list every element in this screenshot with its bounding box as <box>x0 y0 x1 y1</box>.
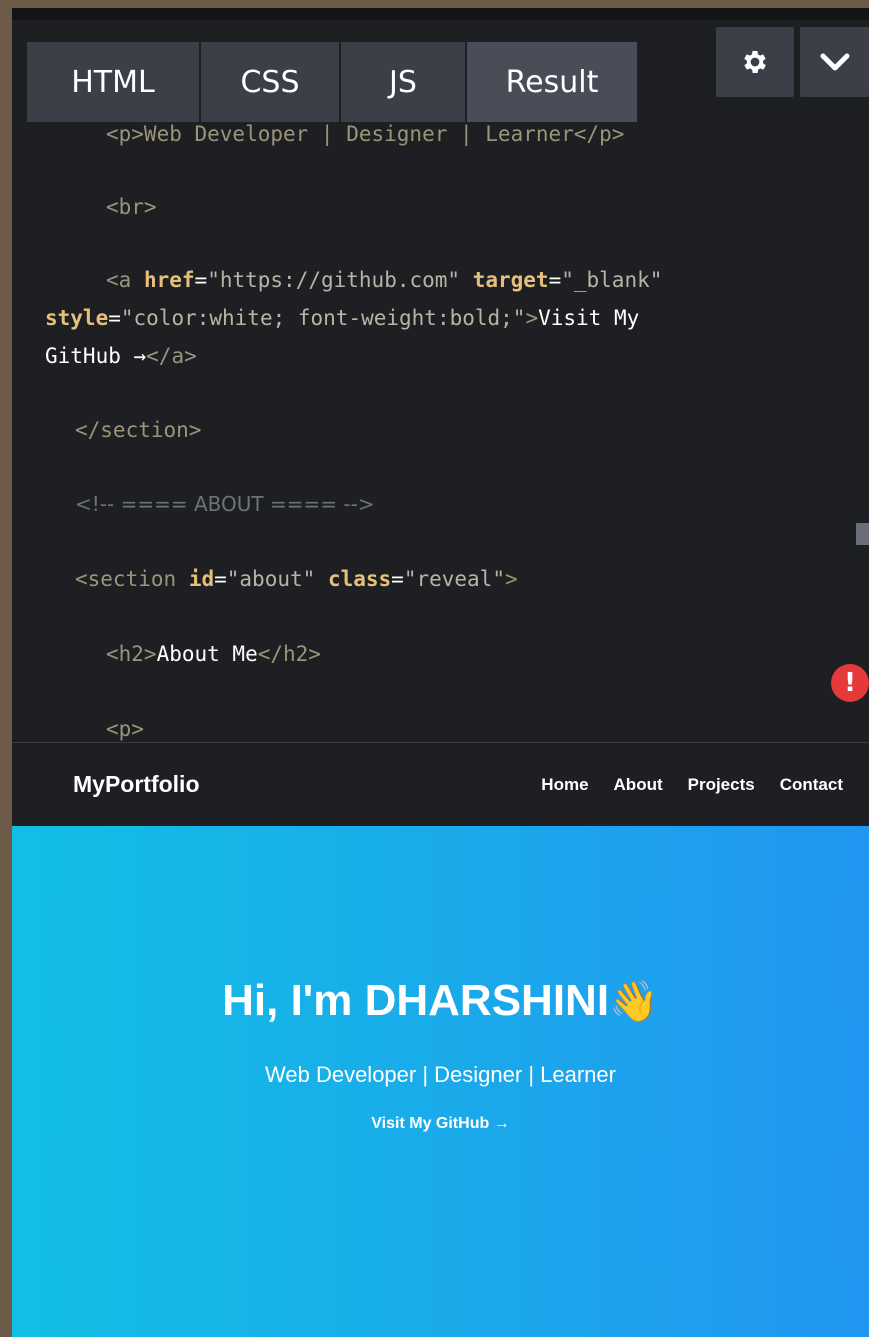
code-section-close: </section> <box>75 418 202 442</box>
nav-about-link[interactable]: About <box>614 775 663 795</box>
code-br-tag: <br> <box>106 195 157 219</box>
settings-button[interactable] <box>716 27 794 97</box>
site-nav: Home About Projects Contact <box>516 775 843 795</box>
code-gt: > <box>525 306 539 330</box>
editor-tabs: HTML CSS JS Result <box>27 42 639 122</box>
code-target-attr: target <box>472 268 549 292</box>
nav-contact-link[interactable]: Contact <box>780 775 843 795</box>
hero-subtitle: Web Developer | Designer | Learner <box>265 1062 616 1087</box>
code-line-h2: <h2>About Me</h2> <box>106 635 321 673</box>
waving-hand-icon: 👋 <box>609 980 659 1024</box>
code-line-section-close: </section> <box>75 411 201 449</box>
code-eq: = <box>391 567 404 591</box>
result-preview: MyPortfolio Home About Projects Contact … <box>12 742 869 1337</box>
code-eq: = <box>548 268 562 292</box>
code-line-br: <br> <box>106 188 157 226</box>
code-h2-open: <h2> <box>106 642 157 666</box>
code-id-value: "about" <box>226 567 316 591</box>
code-h2-text: About Me <box>156 642 258 666</box>
code-p-open: <p> <box>106 717 144 741</box>
codepen-embed: <p>Web Developer | Designer | Learner</p… <box>12 8 869 1337</box>
code-class-attr: class <box>327 567 392 591</box>
code-section-open: <section <box>75 567 177 591</box>
code-style-value: "color:white; font-weight:bold;" <box>120 306 526 330</box>
tab-result[interactable]: Result <box>467 42 637 122</box>
hero-title-text: Hi, I'm DHARSHINI <box>222 976 610 1025</box>
code-eq: = <box>108 306 121 330</box>
site-brand[interactable]: MyPortfolio <box>73 771 200 798</box>
code-eq: = <box>194 268 208 292</box>
collapse-button[interactable] <box>800 27 869 97</box>
github-link[interactable]: Visit My GitHub → <box>12 1115 869 1133</box>
code-href-attr: href <box>143 268 195 292</box>
code-link-text-2: GitHub → <box>45 344 147 368</box>
nav-projects-link[interactable]: Projects <box>688 775 755 795</box>
code-eq: = <box>214 567 227 591</box>
code-h2-close: </h2> <box>257 642 321 666</box>
code-comment: <!-- ==== ABOUT ==== --> <box>75 492 375 516</box>
code-line-a: <a href="https://github.com" target="_bl… <box>106 261 662 299</box>
gear-icon <box>744 51 766 73</box>
code-line-section-open: <section id="about" class="reveal"> <box>75 560 518 598</box>
tab-js[interactable]: JS <box>341 42 465 122</box>
exclamation-icon[interactable]: ! <box>831 664 869 702</box>
code-a-open: <a <box>106 268 132 292</box>
code-href-value: "https://github.com" <box>207 268 461 292</box>
code-gt: > <box>504 567 518 591</box>
code-target-value: "_blank" <box>561 268 663 292</box>
code-line-comment: <!-- ==== ABOUT ==== --> <box>75 485 375 523</box>
code-a-close: </a> <box>146 344 197 368</box>
code-class-value: "reveal" <box>403 567 505 591</box>
code-id-attr: id <box>188 567 215 591</box>
editor-scrollbar[interactable] <box>856 523 869 545</box>
code-line-a-end: GitHub →</a> <box>45 337 197 375</box>
tab-html[interactable]: HTML <box>27 42 199 122</box>
code-link-text: Visit My <box>538 306 640 330</box>
hero-section: Hi, I'm DHARSHINI👋 Web Developer | Desig… <box>12 826 869 1337</box>
code-line-a-style: style="color:white; font-weight:bold;">V… <box>45 299 639 337</box>
tab-css[interactable]: CSS <box>201 42 339 122</box>
site-navbar: MyPortfolio Home About Projects Contact <box>12 742 869 827</box>
hero-title: Hi, I'm DHARSHINI👋 <box>12 976 869 1026</box>
chevron-down-icon <box>820 53 849 71</box>
nav-home-link[interactable]: Home <box>541 775 588 795</box>
code-style-attr: style <box>45 306 109 330</box>
code-p-tag: <p>Web Developer | Designer | Learner</p… <box>106 122 625 146</box>
